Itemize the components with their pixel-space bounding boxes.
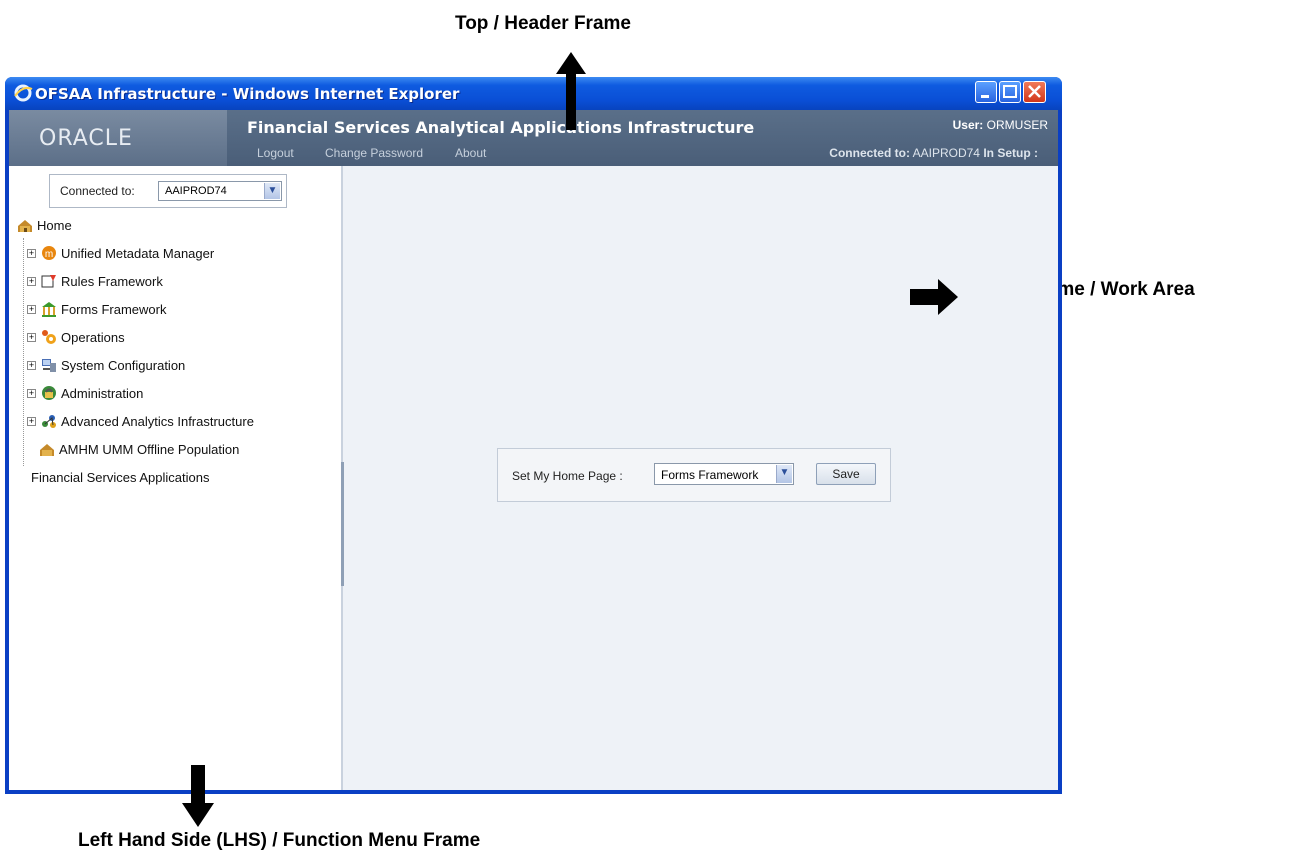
tree-connector	[23, 238, 24, 466]
expand-icon[interactable]: +	[27, 249, 36, 258]
tree-item-label: System Configuration	[61, 358, 186, 373]
tree-item-label: Unified Metadata Manager	[61, 246, 215, 261]
tree-item-label: Financial Services Applications	[31, 470, 210, 485]
tree-item-label: Forms Framework	[61, 302, 167, 317]
connection-box: Connected to: AAIPROD74 ▼	[49, 174, 287, 208]
browser-window: OFSAA Infrastructure - Windows Internet …	[5, 77, 1062, 794]
expand-icon[interactable]: +	[27, 305, 36, 314]
rules-icon	[41, 275, 56, 288]
home-page-select[interactable]: Forms Framework ▼	[654, 463, 794, 485]
svg-text:m: m	[45, 249, 53, 260]
connection-select-value: AAIPROD74	[165, 185, 227, 197]
connected-value: AAIPROD74	[912, 146, 980, 160]
maximize-button[interactable]	[999, 81, 1021, 103]
maximize-icon	[1003, 85, 1017, 98]
lhs-menu-frame: Connected to: AAIPROD74 ▼ Home + m Unifi…	[9, 166, 343, 790]
forms-icon	[42, 302, 56, 317]
annotation-top-header-frame: Top / Header Frame	[455, 13, 631, 34]
tree-item-label: Rules Framework	[61, 274, 163, 289]
minimize-button[interactable]	[975, 81, 997, 103]
home-page-label: Set My Home Page :	[512, 469, 623, 483]
close-button[interactable]	[1023, 81, 1046, 103]
expand-icon[interactable]: +	[27, 333, 36, 342]
annotation-left-frame: Left Hand Side (LHS) / Function Menu Fra…	[78, 830, 481, 851]
header-frame: ORACLE Financial Services Analytical App…	[9, 110, 1058, 166]
arrow-down-icon	[182, 765, 214, 827]
user-value: ORMUSER	[986, 118, 1048, 132]
expand-icon[interactable]: +	[27, 389, 36, 398]
tree-item-label: Administration	[61, 386, 144, 401]
work-area-frame: Set My Home Page : Forms Framework ▼ Sav…	[345, 166, 1058, 790]
expand-icon[interactable]: +	[27, 277, 36, 286]
minimize-icon	[981, 95, 989, 98]
connection-label: Connected to:	[60, 184, 135, 198]
system-config-icon	[42, 359, 56, 372]
app-title: Financial Services Analytical Applicatio…	[247, 118, 755, 137]
home-page-panel: Set My Home Page : Forms Framework ▼ Sav…	[497, 448, 891, 502]
user-info: User: ORMUSER	[953, 118, 1048, 132]
oracle-logo: ORACLE	[39, 126, 133, 151]
home-icon	[40, 444, 54, 456]
about-link[interactable]: About	[455, 146, 486, 160]
chevron-down-icon[interactable]: ▼	[776, 465, 792, 483]
browser-client-area: ORACLE Financial Services Analytical App…	[9, 110, 1058, 790]
user-label: User:	[952, 118, 984, 132]
close-icon	[1028, 85, 1041, 98]
save-button[interactable]: Save	[816, 463, 876, 485]
window-title: OFSAA Infrastructure - Windows Internet …	[35, 85, 460, 103]
oracle-logo-box: ORACLE	[9, 110, 227, 166]
setup-label: In Setup :	[983, 146, 1038, 160]
connection-info: Connected to: AAIPROD74 In Setup :	[829, 146, 1038, 160]
operations-icon	[42, 330, 56, 344]
logout-link[interactable]: Logout	[257, 146, 294, 160]
connected-label: Connected to:	[829, 146, 910, 160]
frame-splitter[interactable]	[341, 462, 344, 586]
expand-icon[interactable]: +	[27, 417, 36, 426]
home-icon	[18, 220, 32, 232]
administration-icon	[42, 386, 56, 400]
tree-item-label: Operations	[61, 330, 125, 345]
analytics-icon	[42, 415, 56, 428]
ie-logo-icon	[14, 84, 33, 102]
home-page-select-value: Forms Framework	[661, 468, 759, 482]
arrow-up-icon	[556, 52, 586, 130]
arrow-right-icon	[910, 279, 958, 315]
expand-icon[interactable]: +	[27, 361, 36, 370]
tree-item-label: Advanced Analytics Infrastructure	[61, 414, 254, 429]
connection-select[interactable]: AAIPROD74 ▼	[158, 181, 282, 201]
metadata-icon: m	[42, 246, 56, 260]
chevron-down-icon[interactable]: ▼	[264, 183, 280, 199]
window-titlebar[interactable]: OFSAA Infrastructure - Windows Internet …	[5, 77, 1062, 110]
change-password-link[interactable]: Change Password	[325, 146, 423, 160]
tree-item-label: AMHM UMM Offline Population	[59, 442, 240, 457]
tree-item-label: Home	[37, 218, 72, 233]
